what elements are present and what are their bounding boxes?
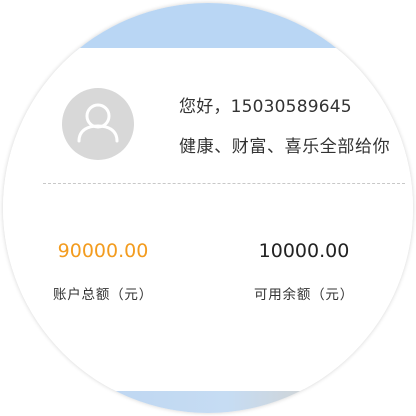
slogan-text: 健康、财富、喜乐全部给你 [179,137,391,157]
available-balance-label: 可用余额（元） [253,287,355,303]
bottom-background-band [3,389,413,413]
top-background-band [3,3,413,51]
total-balance-value: 90000.00 [57,240,149,262]
available-balance-value: 10000.00 [258,240,350,262]
greeting-text: 您好，15030589645 [179,97,352,117]
circular-frame: 您好，15030589645 健康、财富、喜乐全部给你 90000.00 账户总… [3,3,413,413]
avatar[interactable] [62,88,134,160]
user-silhouette-icon [77,103,119,143]
screenshot-stage: 您好，15030589645 健康、财富、喜乐全部给你 90000.00 账户总… [0,0,416,416]
dashed-divider [43,183,405,184]
total-balance-block[interactable]: 90000.00 账户总额（元） [28,239,178,303]
total-balance-label: 账户总额（元） [52,287,154,303]
account-card: 您好，15030589645 健康、财富、喜乐全部给你 90000.00 账户总… [3,48,413,391]
available-balance-block[interactable]: 10000.00 可用余额（元） [229,239,379,303]
